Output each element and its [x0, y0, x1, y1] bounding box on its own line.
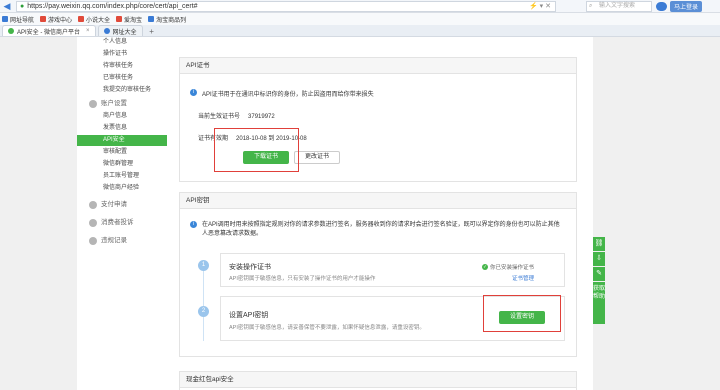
api-cert-panel: API证书 i API证书用于在通讯中标识你的身份，防止因盗用而给你带来损失 当… — [179, 57, 577, 182]
globe-icon — [103, 28, 110, 34]
page: 个人信息 操作证书 待审核任务 已审核任务 我提交的审核任务 账户设置 商户信息… — [0, 37, 720, 390]
cloud-icon — [656, 2, 667, 11]
favorite-icon — [148, 16, 155, 22]
favorite-icon — [78, 16, 85, 22]
favorites-bar: 网址导航 游戏中心 小说大全 爱淘宝 淘宝商品列 — [0, 13, 720, 25]
step-desc: API密钥属于敏感信息，只有安装了操作证书的用户才能操作 — [229, 276, 376, 282]
refresh-icon[interactable]: ⚡ ▾ ✕ — [529, 2, 551, 11]
wechat-pay-icon — [8, 28, 14, 34]
sidebar-item-merchant-experience[interactable]: 微信商户经验 — [77, 183, 167, 194]
sidebar-group-pay[interactable]: 支付申请 — [77, 198, 167, 212]
tab-url-directory[interactable]: 网址大全 — [97, 25, 143, 36]
sidebar-item-api-security[interactable]: API安全 — [77, 135, 167, 146]
cert-manage-link[interactable]: 证书管理 — [512, 274, 534, 282]
url-field[interactable]: ● https://pay.weixin.qq.com/index.php/co… — [16, 1, 556, 12]
sidebar-item-reviewed-tasks[interactable]: 已审核任务 — [77, 73, 167, 84]
sidebar-item-personal-info[interactable]: 个人信息 — [77, 37, 167, 48]
favorite-item[interactable]: 游戏中心 — [40, 15, 72, 24]
payment-icon — [89, 201, 97, 209]
close-icon[interactable]: × — [86, 28, 90, 34]
address-bar: ◀ ● https://pay.weixin.qq.com/index.php/… — [0, 0, 720, 13]
login-label: 马上登录 — [670, 1, 703, 12]
sidebar-item-pending-tasks[interactable]: 待审核任务 — [77, 61, 167, 72]
search-input[interactable]: ⌕ 输入文字搜索 — [586, 1, 652, 12]
favorite-item[interactable]: 淘宝商品列 — [148, 15, 186, 24]
check-icon: ✓ — [481, 264, 488, 270]
floating-toolbar: ⛓ ⇩ ✎ 获取帮助 — [593, 237, 605, 324]
sidebar-item-my-submitted-tasks[interactable]: 我提交的审核任务 — [77, 85, 167, 96]
change-cert-button[interactable]: 更改证书 — [294, 151, 340, 164]
get-help-button[interactable]: 获取帮助 — [593, 282, 605, 324]
key-notice: i 在API调用时用来按照指定规则对你的请求参数进行签名，服务器收到你的请求时会… — [190, 221, 560, 239]
favorite-icon — [2, 16, 8, 22]
favorite-item[interactable]: 小说大全 — [78, 15, 110, 24]
sidebar-item-operation-cert[interactable]: 操作证书 — [77, 49, 167, 60]
main-content: API证书 i API证书用于在通讯中标识你的身份，防止因盗用而给你带来损失 当… — [167, 37, 593, 390]
favorite-icon — [116, 16, 123, 22]
cert-notice: i API证书用于在通讯中标识你的身份，防止因盗用而给你带来损失 — [190, 89, 374, 98]
sidebar: 个人信息 操作证书 待审核任务 已审核任务 我提交的审核任务 账户设置 商户信息… — [77, 37, 167, 390]
sidebar-item-invoice-info[interactable]: 发票信息 — [77, 123, 167, 134]
sidebar-item-merchant-info[interactable]: 商户信息 — [77, 111, 167, 122]
edit-icon[interactable]: ✎ — [593, 267, 605, 281]
sidebar-group-account[interactable]: 账户设置 — [77, 97, 167, 111]
red-packet-panel: 现金红包api安全 — [179, 371, 577, 390]
sidebar-group-complaint[interactable]: 消费者投诉 — [77, 216, 167, 230]
chat-icon — [89, 219, 97, 227]
back-icon[interactable]: ◀ — [2, 1, 12, 11]
favorite-item[interactable]: 爱淘宝 — [116, 15, 142, 24]
api-key-panel: API密钥 i 在API调用时用来按照指定规则对你的请求参数进行签名，服务器收到… — [179, 192, 577, 357]
search-icon: ⌕ — [589, 3, 593, 9]
favorite-icon — [40, 16, 47, 22]
tab-api-security[interactable]: API安全 - 微信商户平台 × — [2, 25, 96, 36]
info-icon: i — [190, 89, 197, 96]
search-placeholder: 输入文字搜索 — [599, 3, 636, 9]
sidebar-item-review-config[interactable]: 审核配置 — [77, 147, 167, 158]
new-tab-button[interactable]: + — [147, 27, 157, 36]
favorite-item[interactable]: 网址导航 — [2, 15, 34, 24]
panel-title: API密钥 — [180, 193, 576, 209]
sidebar-item-staff-accounts[interactable]: 员工账号管理 — [77, 171, 167, 182]
step-connector — [203, 265, 204, 341]
step-1-badge: 1 — [198, 260, 209, 271]
cert-installed-status: ✓ 你已安装操作证书 — [481, 264, 534, 271]
highlight-box — [214, 128, 299, 172]
sidebar-item-wechat-group[interactable]: 微信群管理 — [77, 159, 167, 170]
step-install-cert: 安装操作证书 API密钥属于敏感信息，只有安装了操作证书的用户才能操作 ✓ 你已… — [220, 253, 565, 287]
highlight-box — [483, 295, 561, 332]
warning-icon — [89, 237, 97, 245]
step-title: 安装操作证书 — [229, 264, 271, 271]
url-text: https://pay.weixin.qq.com/index.php/core… — [27, 3, 198, 10]
current-cert-row: 当前生效证书号 37919972 — [198, 114, 275, 120]
tab-bar: API安全 - 微信商户平台 × 网址大全 + — [0, 25, 720, 37]
panel-title: 现金红包api安全 — [180, 372, 576, 388]
step-2-badge: 2 — [198, 306, 209, 317]
link-icon[interactable]: ⛓ — [593, 237, 605, 251]
lock-icon: ● — [20, 3, 25, 10]
step-desc: API密钥属于敏感信息，请妥善保管不要泄露，如果怀疑信息泄露，请重设密钥。 — [229, 325, 425, 331]
sidebar-group-violation[interactable]: 违规记录 — [77, 234, 167, 248]
panel-title: API证书 — [180, 58, 576, 74]
info-icon: i — [190, 221, 197, 228]
step-title: 设置API密钥 — [229, 312, 269, 319]
download-icon[interactable]: ⇩ — [593, 252, 605, 266]
login-button[interactable]: 马上登录 — [656, 1, 718, 12]
user-icon — [89, 100, 97, 108]
step-set-key: 设置API密钥 API密钥属于敏感信息，请妥善保管不要泄露，如果怀疑信息泄露，请… — [220, 295, 565, 341]
